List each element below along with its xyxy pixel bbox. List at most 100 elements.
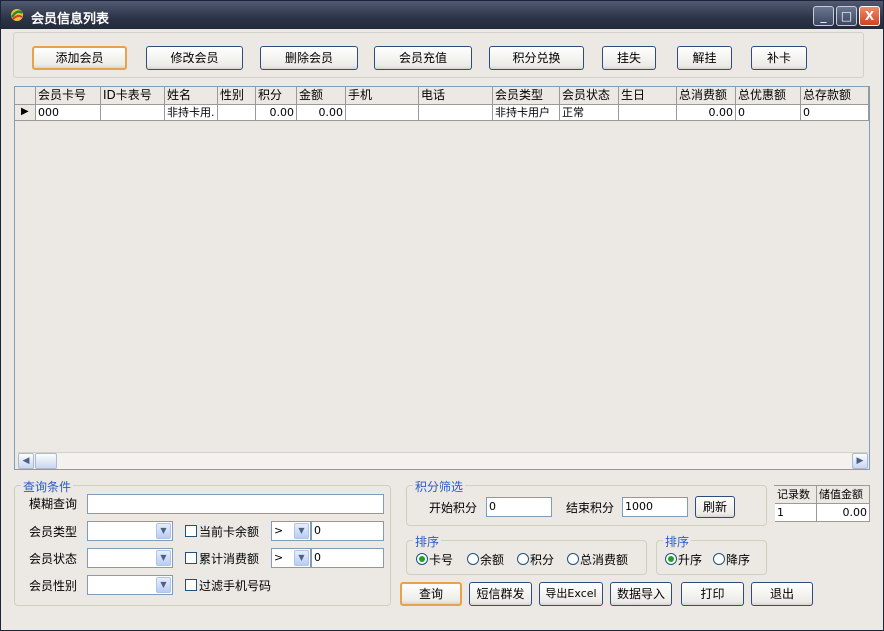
sort-total-consume-radio[interactable] [567,553,579,565]
sort-option-label[interactable]: 总消费额 [580,551,628,568]
summary-header: 储值金额 [817,486,870,504]
column-header[interactable]: 积分 [256,87,297,105]
column-header[interactable]: 金额 [297,87,346,105]
header-corner [15,87,36,105]
row-pointer-icon: ▶ [21,106,29,117]
column-header[interactable]: 总消费额 [677,87,736,105]
column-header[interactable]: 手机 [346,87,419,105]
balance-value-input[interactable]: 0 [311,521,384,541]
chevron-down-icon[interactable]: ▼ [156,550,171,566]
balance-operator-select[interactable]: > ▼ [271,521,311,541]
arrow-left-icon[interactable]: ◀ [18,453,34,469]
arrow-right-icon[interactable]: ▶ [852,453,868,469]
column-header[interactable]: 总优惠额 [736,87,801,105]
table-cell[interactable]: 0.00 [297,105,346,121]
balance-label: 当前卡余额 [199,525,260,539]
sort-points-radio[interactable] [517,553,529,565]
title-bar[interactable]: 会员信息列表 _ □ X [1,1,883,29]
start-points-input[interactable]: 0 [486,497,552,517]
column-header[interactable]: ID卡表号 [101,87,165,105]
table-cell[interactable]: 0.00 [256,105,297,121]
table-cell[interactable]: 0 [801,105,869,121]
query-button[interactable]: 查询 [400,582,462,606]
table-cell[interactable]: 非持卡用户 [493,105,560,121]
delete-member-button[interactable]: 删除会员 [260,46,358,70]
chevron-down-icon[interactable]: ▼ [294,523,309,539]
table-cell[interactable]: 0 [736,105,801,121]
sms-broadcast-button[interactable]: 短信群发 [469,582,532,606]
maximize-button[interactable]: □ [836,6,857,26]
row-header[interactable]: ▶ [15,105,36,121]
sort-option-label[interactable]: 卡号 [429,551,453,568]
table-cell[interactable] [419,105,493,121]
window-title: 会员信息列表 [31,12,110,27]
consume-label: 累计消费额 [199,552,260,566]
filter-phone-checkbox[interactable] [185,579,197,591]
group-label: 排序 [663,533,692,550]
member-gender-label: 会员性别 [29,579,78,593]
fuzzy-query-label: 模糊查询 [29,497,78,511]
fuzzy-query-input[interactable] [87,494,384,514]
column-header[interactable]: 总存款额 [801,87,869,105]
column-header[interactable]: 姓名 [165,87,218,105]
table-cell[interactable] [101,105,165,121]
sort-option-label[interactable]: 余额 [480,551,504,568]
sort-cardno-radio[interactable] [416,553,428,565]
group-label: 排序 [413,533,442,550]
group-label: 积分筛选 [413,478,466,495]
unfreeze-button[interactable]: 解挂 [677,46,732,70]
column-header[interactable]: 会员卡号 [36,87,101,105]
scrollbar-thumb[interactable] [35,453,57,469]
table-cell[interactable]: 正常 [560,105,619,121]
chevron-down-icon[interactable]: ▼ [156,577,171,593]
report-loss-button[interactable]: 挂失 [602,46,656,70]
table-cell[interactable] [619,105,677,121]
export-excel-button[interactable]: 导出Excel [539,582,603,606]
sort-option-label[interactable]: 积分 [530,551,554,568]
table-cell[interactable]: 非持卡用. [165,105,218,121]
member-gender-select[interactable]: ▼ [87,575,173,595]
sort-balance-radio[interactable] [467,553,479,565]
minimize-button[interactable]: _ [813,6,834,26]
refresh-button[interactable]: 刷新 [695,496,735,518]
print-button[interactable]: 打印 [681,582,744,606]
member-type-select[interactable]: ▼ [87,521,173,541]
sort-desc-radio[interactable] [713,553,725,565]
column-header[interactable]: 性别 [218,87,256,105]
table-cell[interactable]: 0.00 [677,105,736,121]
column-header[interactable]: 会员状态 [560,87,619,105]
close-button[interactable]: X [859,6,880,26]
sort-order-label[interactable]: 升序 [678,551,702,568]
table-cell[interactable] [346,105,419,121]
consume-operator-select[interactable]: > ▼ [271,548,311,568]
add-member-button[interactable]: 添加会员 [32,46,127,70]
balance-checkbox[interactable] [185,525,197,537]
table-cell[interactable] [218,105,256,121]
end-points-input[interactable]: 1000 [622,497,688,517]
sort-order-label[interactable]: 降序 [726,551,750,568]
column-header[interactable]: 生日 [619,87,677,105]
table-cell[interactable]: 000 [36,105,101,121]
edit-member-button[interactable]: 修改会员 [146,46,243,70]
chevron-down-icon[interactable]: ▼ [294,550,309,566]
reissue-card-button[interactable]: 补卡 [751,46,807,70]
app-logo-icon [10,9,23,21]
summary-cell: 1 [775,504,817,522]
column-header[interactable]: 电话 [419,87,493,105]
window: 会员信息列表 _ □ X 添加会员 修改会员 删除会员 会员充值 积分兑换 挂失… [0,0,884,631]
horizontal-scrollbar[interactable]: ◀ ▶ [18,452,868,469]
consume-value-input[interactable]: 0 [311,548,384,568]
query-conditions-group: 查询条件 模糊查询 会员类型 ▼ 当前卡余额 > ▼ 0 会员状态 ▼ 累计消费… [14,478,391,606]
consume-checkbox[interactable] [185,552,197,564]
balance-operator-value: > [274,524,284,537]
column-header[interactable]: 会员类型 [493,87,560,105]
chevron-down-icon[interactable]: ▼ [156,523,171,539]
exit-button[interactable]: 退出 [751,582,813,606]
end-points-label: 结束积分 [566,501,615,515]
import-data-button[interactable]: 数据导入 [610,582,672,606]
member-grid[interactable]: 会员卡号 ID卡表号 姓名 性别 积分 金额 手机 电话 会员类型 会员状态 生… [14,86,870,470]
sort-asc-radio[interactable] [665,553,677,565]
recharge-button[interactable]: 会员充值 [374,46,472,70]
member-status-select[interactable]: ▼ [87,548,173,568]
points-exchange-button[interactable]: 积分兑换 [489,46,584,70]
